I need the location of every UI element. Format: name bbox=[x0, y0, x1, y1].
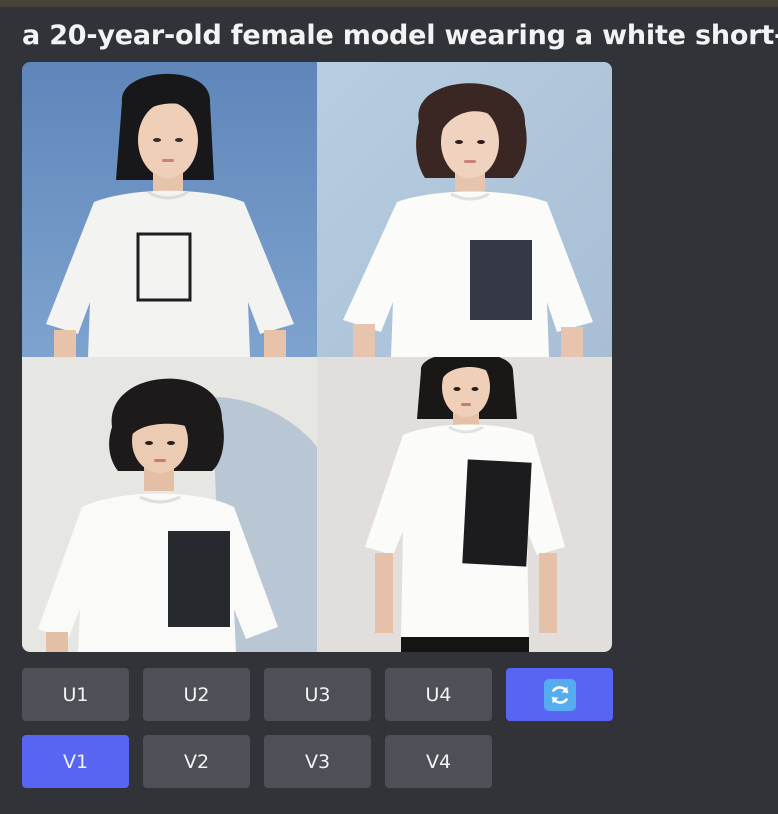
grid-image-1[interactable] bbox=[22, 62, 317, 357]
variation-3-button[interactable]: V3 bbox=[264, 735, 371, 788]
upscale-button-row: U1 U2 U3 U4 bbox=[22, 668, 613, 721]
arrows-counterclockwise-icon bbox=[543, 678, 576, 711]
model-photo-1 bbox=[22, 62, 317, 357]
upscale-2-button[interactable]: U2 bbox=[143, 668, 250, 721]
grid-image-4[interactable] bbox=[317, 357, 612, 652]
variation-button-row: V1 V2 V3 V4 bbox=[22, 735, 492, 788]
variation-2-button[interactable]: V2 bbox=[143, 735, 250, 788]
model-photo-3 bbox=[22, 357, 317, 652]
upscale-3-button[interactable]: U3 bbox=[264, 668, 371, 721]
model-photo-4 bbox=[317, 357, 612, 652]
reroll-button[interactable] bbox=[506, 668, 613, 721]
grid-image-3[interactable] bbox=[22, 357, 317, 652]
window-top-strip bbox=[0, 0, 778, 7]
upscale-4-button[interactable]: U4 bbox=[385, 668, 492, 721]
model-photo-2 bbox=[317, 62, 612, 357]
image-grid[interactable] bbox=[22, 62, 612, 652]
upscale-1-button[interactable]: U1 bbox=[22, 668, 129, 721]
variation-4-button[interactable]: V4 bbox=[385, 735, 492, 788]
prompt-text: a 20-year-old female model wearing a whi… bbox=[22, 20, 778, 51]
grid-image-2[interactable] bbox=[317, 62, 612, 357]
variation-1-button[interactable]: V1 bbox=[22, 735, 129, 788]
